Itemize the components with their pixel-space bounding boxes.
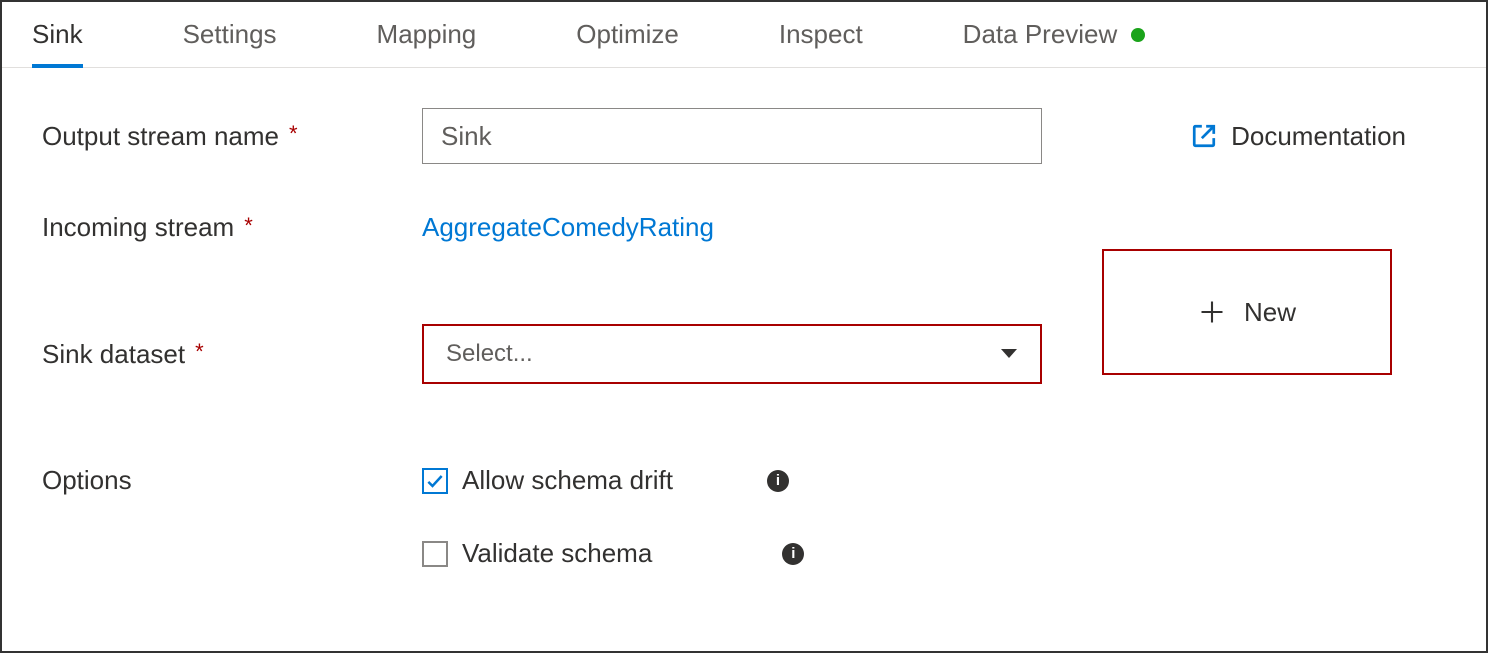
new-button[interactable]: New [1102,249,1392,375]
documentation-link[interactable]: Documentation [1191,121,1406,152]
option-allow-schema-drift: Allow schema drift i [422,465,804,496]
open-external-icon [1191,123,1217,149]
tab-settings[interactable]: Settings [183,2,277,67]
row-output-stream-name: Output stream name * Documentation [42,108,1446,164]
info-icon[interactable]: i [767,470,789,492]
tab-inspect[interactable]: Inspect [779,2,863,67]
validate-schema-checkbox[interactable] [422,541,448,567]
label-options: Options [42,465,422,496]
select-placeholder: Select... [446,340,533,368]
validate-schema-label: Validate schema [462,538,652,569]
tab-mapping[interactable]: Mapping [377,2,477,67]
required-mark: * [289,121,298,147]
tab-optimize[interactable]: Optimize [576,2,679,67]
required-mark: * [195,339,204,365]
row-sink-dataset: Sink dataset * Select... New [42,291,1446,417]
allow-schema-drift-checkbox[interactable] [422,468,448,494]
required-mark: * [244,213,253,239]
label-sink-dataset: Sink dataset * [42,339,422,370]
allow-schema-drift-label: Allow schema drift [462,465,673,496]
tab-data-preview[interactable]: Data Preview [963,2,1146,67]
label-incoming-stream: Incoming stream * [42,212,422,243]
options-group: Allow schema drift i Validate schema i [422,465,804,569]
status-dot-icon [1131,28,1145,42]
output-stream-name-input[interactable] [422,108,1042,164]
label-output-stream-name: Output stream name * [42,121,422,152]
chevron-down-icon [1000,348,1018,360]
row-incoming-stream: Incoming stream * AggregateComedyRating [42,212,1446,243]
sink-dataset-select[interactable]: Select... [422,324,1042,384]
info-icon[interactable]: i [782,543,804,565]
plus-icon [1198,298,1226,326]
tab-sink[interactable]: Sink [32,2,83,67]
incoming-stream-value[interactable]: AggregateComedyRating [422,212,714,243]
option-validate-schema: Validate schema i [422,538,804,569]
row-options: Options Allow schema drift i Validate sc… [42,465,1446,569]
tabs-bar: Sink Settings Mapping Optimize Inspect D… [2,2,1486,68]
form-area: Output stream name * Documentation Incom… [2,68,1486,609]
